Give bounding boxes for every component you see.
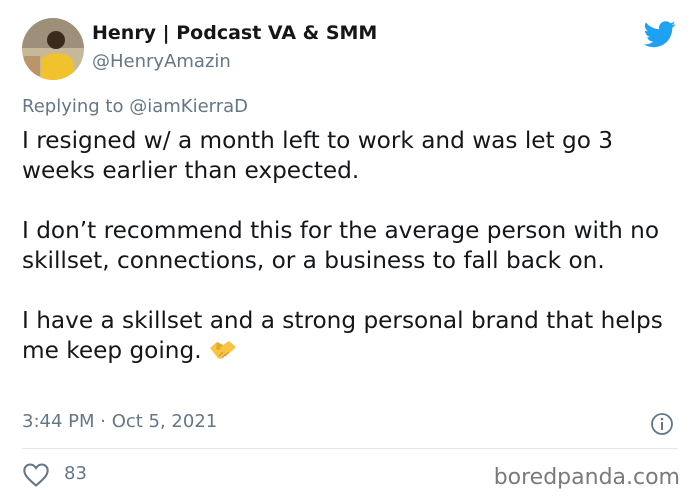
info-icon[interactable] [650,412,674,436]
tweet-timestamp[interactable]: 3:44 PM · Oct 5, 2021 [22,411,217,432]
like-count: 83 [64,463,87,484]
watermark: boredpanda.com [493,465,680,490]
user-handle[interactable]: @HenryAmazin [92,51,231,72]
tweet-body: I resigned w/ a month left to work and w… [22,126,678,366]
display-name[interactable]: Henry | Podcast VA & SMM [92,22,377,44]
twitter-bird-icon [643,18,676,50]
reply-prefix: Replying to [22,96,130,117]
divider [22,448,678,449]
tweet-paragraph: I resigned w/ a month left to work and w… [22,127,614,184]
tweet-paragraph: I have a skillset and a strong personal … [22,307,663,364]
handshake-emoji-icon [208,336,238,362]
heart-icon[interactable] [22,462,50,488]
avatar[interactable] [22,18,84,80]
tweet-paragraph: I don’t recommend this for the average p… [22,217,660,274]
reply-context: Replying to @iamKierraD [22,96,248,117]
reply-mention-link[interactable]: @iamKierraD [129,96,248,117]
